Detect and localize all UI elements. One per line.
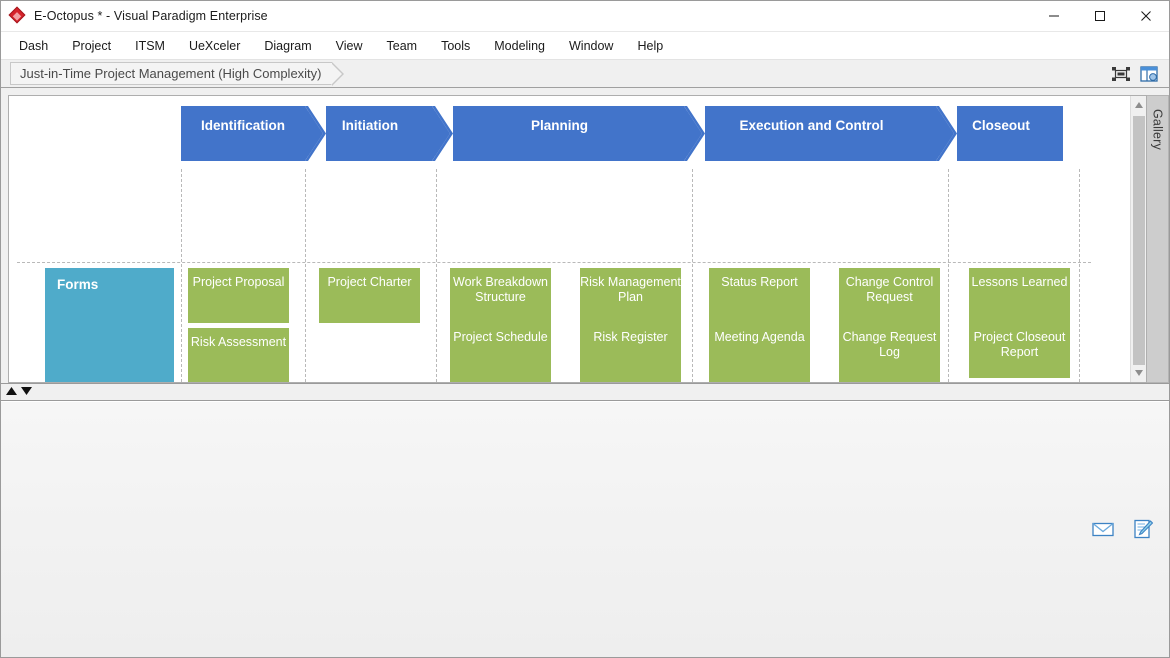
phase-header-planning[interactable]: Planning (435, 106, 705, 161)
artifact-card-label: Lessons Learned (971, 275, 1068, 289)
artifact-card-label: Risk Register (593, 330, 668, 344)
menu-item-uexceler[interactable]: UeXceler (177, 35, 252, 57)
artifact-card[interactable]: Change Request Log (839, 323, 940, 378)
artifact-card-label: Meeting Agenda (714, 330, 805, 344)
artifact-card-label: Work Breakdown Structure (453, 275, 548, 304)
main-area: Identification Initiation Planning Executio… (1, 88, 1169, 383)
fit-to-screen-icon[interactable] (1110, 64, 1132, 84)
phase-column-separator (948, 169, 949, 382)
phase-chevron-gap (432, 106, 453, 161)
artifact-card[interactable]: User Acceptance Report (839, 378, 940, 382)
artifact-card-label: Project Closeout Report (973, 330, 1066, 359)
status-bar (1, 400, 1169, 657)
diagram-canvas-viewport[interactable]: Identification Initiation Planning Executio… (8, 95, 1147, 383)
title-bar: E-Octopus * - Visual Paradigm Enterprise (1, 1, 1169, 32)
scroll-down-arrow-icon[interactable] (20, 383, 33, 401)
gallery-tab-label: Gallery (1150, 109, 1165, 150)
phase-column-separator (436, 169, 437, 382)
phase-header-label: Closeout (972, 118, 1030, 133)
artifact-card-label: Risk Management Plan (580, 275, 681, 304)
phase-column-separator (692, 169, 693, 382)
menu-item-dash[interactable]: Dash (7, 35, 60, 57)
breadcrumb-bar: Just-in-Time Project Management (High Co… (1, 59, 1169, 88)
diagram-canvas[interactable]: Identification Initiation Planning Executio… (9, 96, 1099, 382)
menu-item-window[interactable]: Window (557, 35, 625, 57)
artifact-card[interactable]: Risk Management Plan (580, 268, 681, 323)
menu-item-itsm[interactable]: ITSM (123, 35, 177, 57)
edit-note-icon[interactable] (1131, 517, 1155, 541)
maximize-button[interactable] (1077, 1, 1123, 32)
artifact-card[interactable]: Change and Configuration Management (580, 378, 681, 382)
phase-column-separator (305, 169, 306, 382)
diagram-overview-icon[interactable] (1138, 64, 1160, 84)
phase-chevron-gap (936, 106, 957, 161)
menu-item-view[interactable]: View (324, 35, 375, 57)
visual-paradigm-diamond-logo (8, 6, 26, 24)
artifact-card[interactable]: Meeting Minutes (709, 378, 810, 382)
lane-title-label: Forms (57, 277, 99, 292)
phase-header-closeout[interactable]: Closeout (939, 106, 1063, 161)
artifact-card-label: Project Schedule (453, 330, 548, 344)
phase-column-separator (1079, 169, 1080, 382)
phase-header-row: Identification Initiation Planning Executio… (181, 106, 1066, 161)
lane-title-forms[interactable]: Forms (45, 268, 174, 382)
artifact-card-label: Project Proposal (192, 275, 285, 289)
close-button[interactable] (1123, 1, 1169, 32)
artifact-card-label: Change Request Log (842, 330, 937, 359)
menu-item-diagram[interactable]: Diagram (252, 35, 323, 57)
minimize-button[interactable] (1031, 1, 1077, 32)
scroll-up-arrow-icon[interactable] (1131, 96, 1146, 113)
artifact-card[interactable]: Project Closeout Report (969, 323, 1070, 378)
scroll-down-arrow-icon[interactable] (1131, 364, 1146, 382)
menu-item-project[interactable]: Project (60, 35, 123, 57)
phase-chevron-gap (305, 106, 326, 161)
scrollbar-thumb[interactable] (1133, 116, 1145, 382)
phase-header-label: Identification (201, 118, 285, 133)
message-envelope-icon[interactable] (1091, 517, 1115, 541)
artifact-card[interactable]: Risk Assessment (188, 328, 289, 382)
artifact-card[interactable]: Status Report (709, 268, 810, 323)
menu-bar: Dash Project ITSM UeXceler Diagram View Team To… (1, 32, 1169, 59)
gallery-side-tab[interactable]: Gallery (1147, 95, 1169, 383)
breadcrumb-toolbar (1110, 64, 1169, 84)
application-window: E-Octopus * - Visual Paradigm Enterprise… (0, 0, 1170, 658)
menu-item-tools[interactable]: Tools (429, 35, 482, 57)
artifact-card[interactable]: Meeting Agenda (709, 323, 810, 378)
window-title: E-Octopus * - Visual Paradigm Enterprise (34, 9, 268, 23)
window-controls (1031, 1, 1169, 32)
bottom-scroll-strip[interactable] (1, 382, 1169, 401)
menu-item-team[interactable]: Team (375, 35, 430, 57)
menu-item-help[interactable]: Help (625, 35, 675, 57)
artifact-card[interactable]: Project Schedule (450, 323, 551, 378)
breadcrumb[interactable]: Just-in-Time Project Management (High Co… (10, 62, 344, 86)
artifact-card[interactable]: Project Charter (319, 268, 420, 323)
phase-header-initiation[interactable]: Initiation (308, 106, 453, 161)
phase-chevron-gap (684, 106, 705, 161)
artifact-card[interactable]: Project Proposal (188, 268, 289, 323)
phase-header-label: Execution and Control (739, 118, 884, 133)
artifact-card-label: Risk Assessment (190, 335, 287, 349)
artifact-card[interactable]: Change Control Request (839, 268, 940, 323)
artifact-card[interactable]: Resource Plan (450, 378, 551, 382)
artifact-card[interactable]: Lessons Learned (969, 268, 1070, 323)
artifact-card-label: Change Control Request (845, 275, 934, 304)
phase-header-identification[interactable]: Identification (181, 106, 326, 161)
artifact-card[interactable]: Risk Register (580, 323, 681, 378)
artifact-card-label: Status Report (721, 275, 798, 289)
artifact-card-label: Project Charter (327, 275, 412, 289)
phase-column-separator (181, 169, 182, 382)
artifact-card[interactable]: Work Breakdown Structure (450, 268, 551, 323)
phase-header-execution-and-control[interactable]: Execution and Control (687, 106, 957, 161)
breadcrumb-label: Just-in-Time Project Management (High Co… (20, 66, 322, 81)
phase-header-label: Initiation (341, 118, 399, 133)
menu-item-modeling[interactable]: Modeling (482, 35, 557, 57)
scroll-up-arrow-icon[interactable] (5, 383, 18, 401)
phase-header-label: Planning (531, 118, 588, 133)
canvas-vertical-scrollbar[interactable] (1130, 96, 1146, 382)
lane-separator (17, 262, 1091, 263)
